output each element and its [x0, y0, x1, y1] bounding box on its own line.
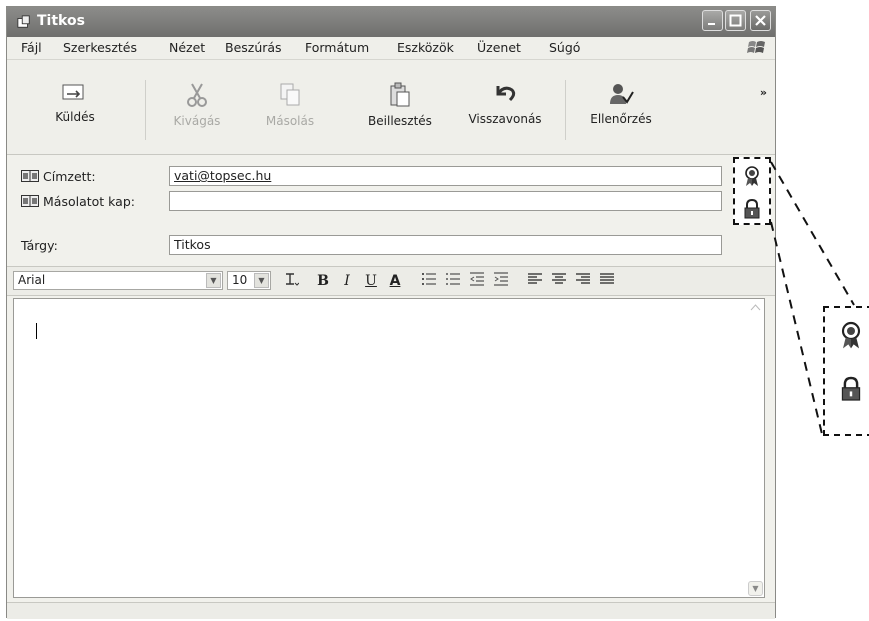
digital-signature-icon [841, 321, 861, 349]
encrypt-lock-icon [841, 376, 861, 401]
callout-lines [770, 161, 855, 435]
security-icons-zoom [823, 306, 869, 436]
